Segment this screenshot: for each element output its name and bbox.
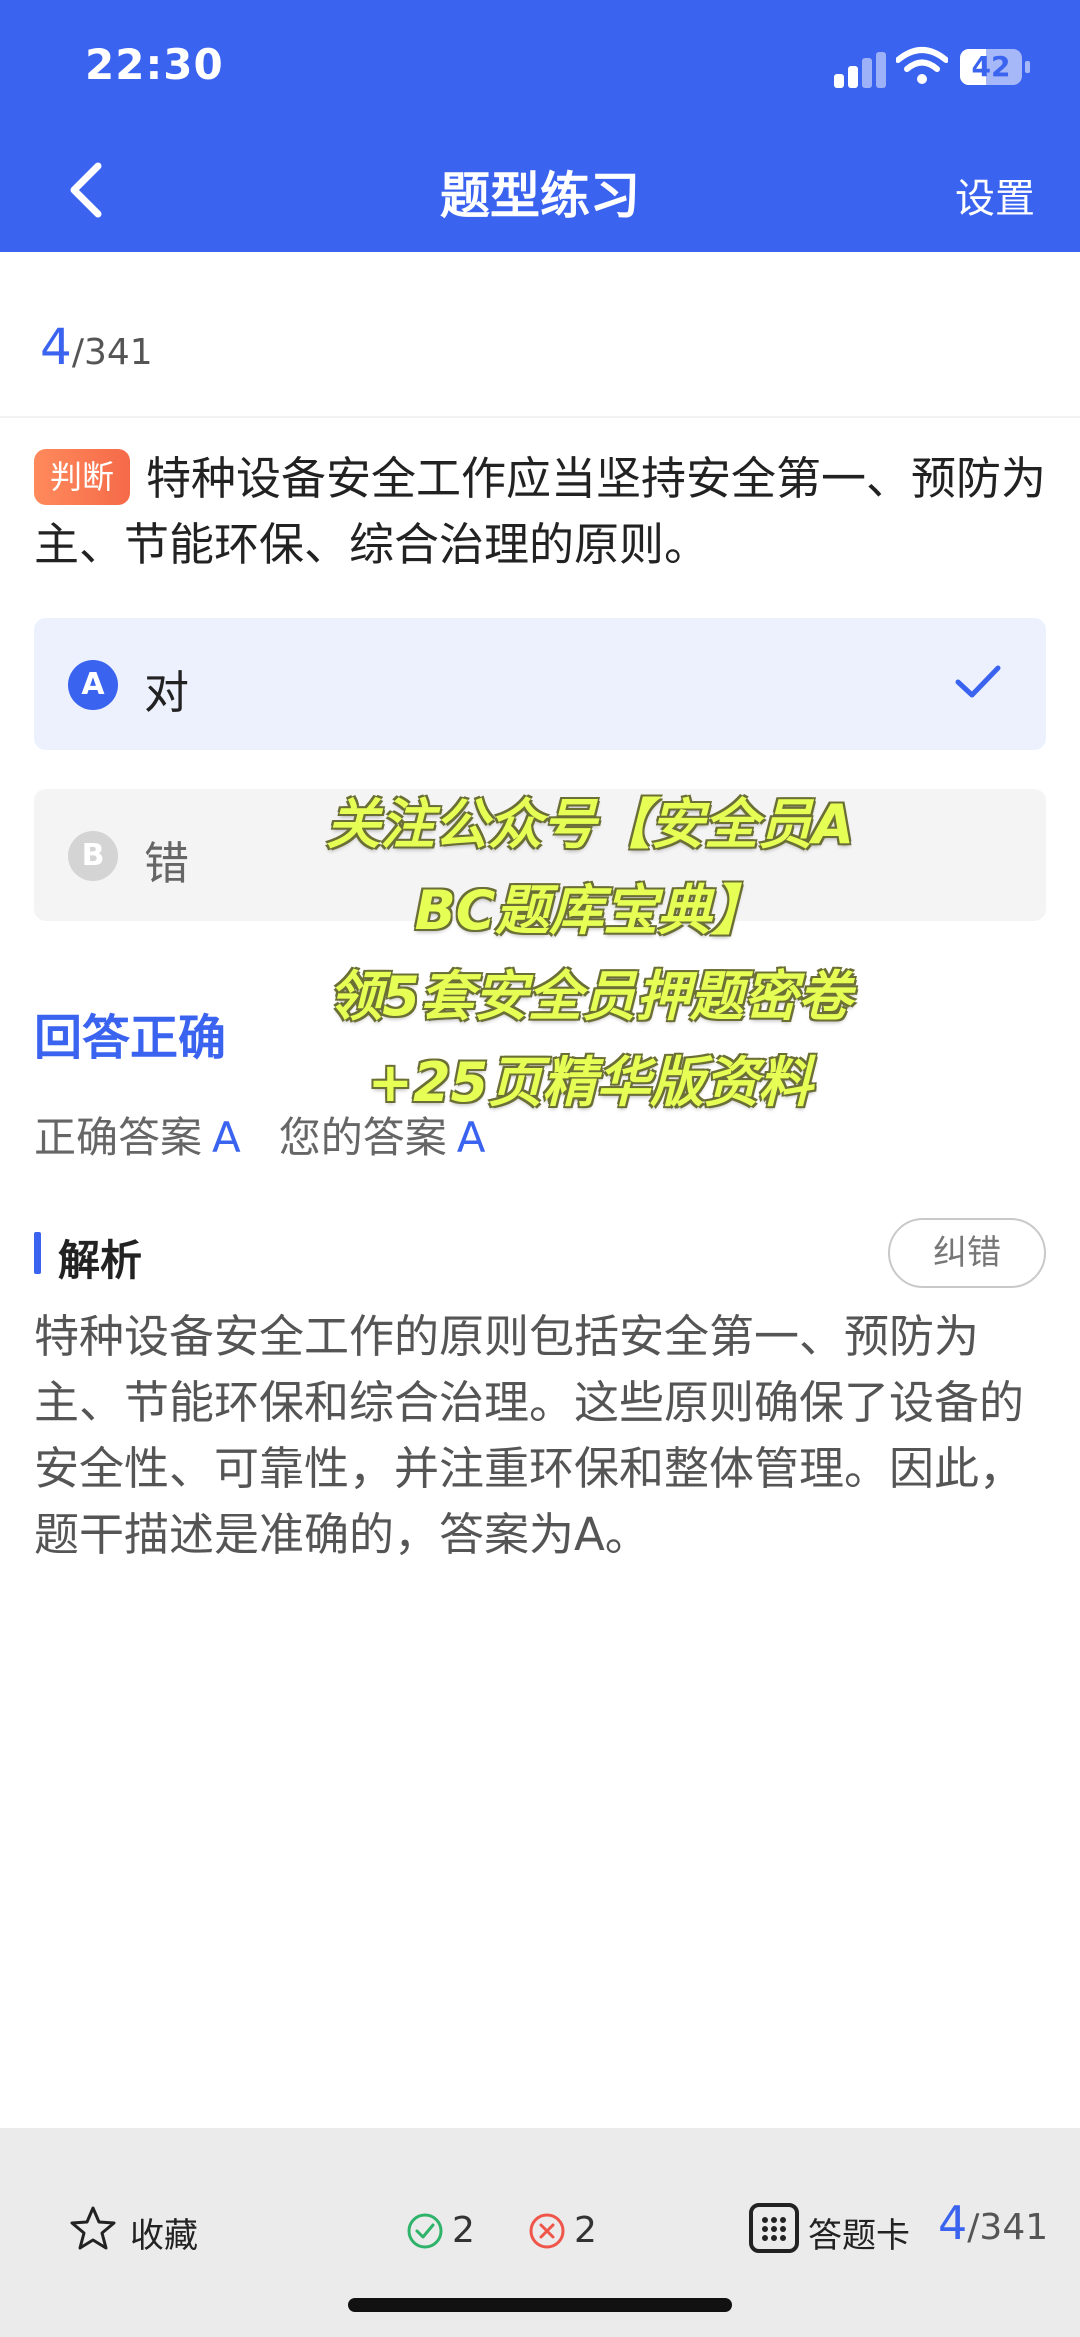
answer-summary: 正确答案 A 您的答案 A: [34, 1104, 486, 1165]
question-text: 特种设备安全工作应当坚持安全第一、预防为主、节能环保、综合治理的原则。: [34, 452, 1047, 571]
correct-answer-label: 正确答案: [34, 1113, 203, 1162]
battery-level: 42: [971, 50, 1011, 83]
question-stem: 判断 特种设备安全工作应当坚持安全第一、预防为主、节能环保、综合治理的原则。: [34, 446, 1054, 578]
your-answer-label: 您的答案: [278, 1113, 447, 1162]
battery-icon: 42: [960, 49, 1030, 85]
divider: [0, 416, 1080, 418]
wrong-circle-icon: [529, 2213, 565, 2249]
bottom-question-counter: 4/341: [938, 2196, 1048, 2250]
star-icon: [70, 2206, 116, 2250]
question-counter: 4/341: [40, 318, 153, 376]
option-a-letter: A: [68, 660, 118, 710]
option-a-text: 对: [144, 666, 190, 719]
report-error-button[interactable]: 纠错: [888, 1218, 1046, 1288]
option-b-text: 错: [144, 837, 190, 890]
correct-circle-icon: [407, 2213, 443, 2249]
analysis-text: 特种设备安全工作的原则包括安全第一、预防为主、节能环保和综合治理。这些原则确保了…: [34, 1310, 1025, 1561]
wrong-count-value: 2: [574, 2210, 597, 2251]
wifi-icon: [896, 47, 948, 84]
home-indicator[interactable]: [348, 2298, 732, 2312]
bottom-total: /341: [967, 2207, 1049, 2248]
question-type-tag: 判断: [34, 449, 131, 505]
promo-line-3: 领5套安全员押题密卷: [328, 965, 852, 1028]
analysis-title: 解析: [58, 1236, 143, 1285]
option-b-letter: B: [68, 831, 118, 881]
promo-watermark: 关注公众号【安全员A BC题库宝典】 领5套安全员押题密卷 +25页精华版资料: [250, 782, 930, 1126]
cellular-signal-icon: [834, 52, 888, 88]
bottom-current-number: 4: [938, 2196, 968, 2250]
grid-icon: [749, 2203, 799, 2253]
top-header: 22:30 42 题型练习 设置: [0, 0, 1080, 252]
page-title: 题型练习: [440, 167, 640, 225]
answer-card-label: 答题卡: [808, 2216, 910, 2256]
favorite-label: 收藏: [130, 2216, 198, 2256]
promo-line-1: 关注公众号【安全员A: [326, 793, 854, 856]
correct-answer-value: A: [212, 1113, 241, 1162]
answer-result: 回答正确: [34, 1010, 227, 1066]
checkmark-icon: [955, 665, 1001, 698]
total-questions: /341: [71, 332, 153, 373]
option-a[interactable]: A 对: [34, 618, 1046, 750]
settings-button[interactable]: 设置: [955, 166, 1035, 224]
promo-line-2: BC题库宝典】: [414, 879, 766, 942]
current-question-number: 4: [40, 318, 72, 376]
correct-count-value: 2: [452, 2210, 475, 2251]
status-time: 22:30: [85, 40, 224, 89]
section-accent-bar: [34, 1232, 41, 1274]
your-answer-value: A: [456, 1113, 486, 1162]
